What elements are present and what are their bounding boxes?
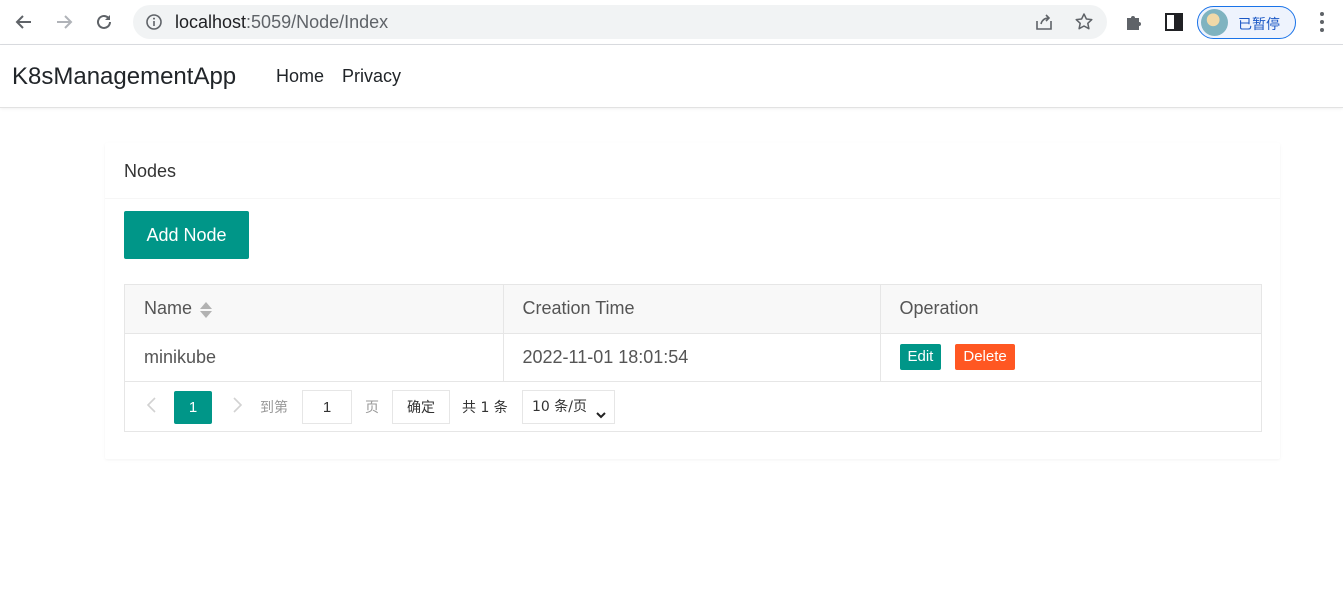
card-title: Nodes xyxy=(105,143,1280,199)
delete-button[interactable]: Delete xyxy=(955,344,1015,371)
profile-status: 已暂停 xyxy=(1238,17,1280,33)
nav-privacy-link[interactable]: Privacy xyxy=(342,66,401,87)
column-label-name: Name xyxy=(144,298,193,319)
site-info-icon[interactable] xyxy=(145,13,163,31)
column-header-creation-time: Creation Time xyxy=(502,285,880,334)
cell-operation: Edit Delete xyxy=(879,333,1261,381)
profile-button[interactable]: 已暂停 xyxy=(1197,6,1296,39)
more-menu-icon[interactable] xyxy=(1320,12,1324,32)
app-navbar: K8sManagementApp Home Privacy xyxy=(0,45,1343,108)
goto-prefix: 到第 xyxy=(260,400,288,416)
goto-page-input[interactable] xyxy=(302,390,352,424)
goto-confirm-button[interactable]: 确定 xyxy=(392,390,450,424)
goto-suffix: 页 xyxy=(365,400,379,416)
page-size-value: 10 条/页 xyxy=(532,399,587,415)
current-page[interactable]: 1 xyxy=(174,391,212,424)
back-icon[interactable] xyxy=(10,8,38,36)
table-header-row: Name Creation Time Operation xyxy=(125,285,1261,334)
extensions-icon[interactable] xyxy=(1123,11,1145,33)
total-count: 共 1 条 xyxy=(462,400,508,416)
brand-link[interactable]: K8sManagementApp xyxy=(12,63,236,91)
add-node-button[interactable]: Add Node xyxy=(124,211,249,259)
edit-button[interactable]: Edit xyxy=(899,344,942,371)
chevron-down-icon xyxy=(595,401,607,419)
next-page-icon[interactable] xyxy=(230,395,244,415)
url-text: localhost:5059/Node/Index xyxy=(175,12,388,32)
cell-creation-time: 2022-11-01 18:01:54 xyxy=(502,333,880,381)
table-row: minikube 2022-11-01 18:01:54 Edit Delete xyxy=(125,333,1261,381)
share-icon[interactable] xyxy=(1034,12,1054,32)
sort-icon[interactable] xyxy=(200,301,213,319)
address-bar[interactable]: localhost:5059/Node/Index xyxy=(133,5,1107,39)
page-size-select[interactable]: 10 条/页 xyxy=(522,390,615,424)
url-host: localhost xyxy=(175,12,247,32)
prev-page-icon[interactable] xyxy=(145,395,159,415)
browser-toolbar: localhost:5059/Node/Index 已暂停 xyxy=(0,0,1343,45)
nodes-table: Name Creation Time Operation minikube 20… xyxy=(124,284,1262,432)
side-panel-icon[interactable] xyxy=(1163,11,1185,33)
nav-home-link[interactable]: Home xyxy=(276,66,324,87)
nodes-card: Nodes Add Node Name Creation Time Operat… xyxy=(105,143,1280,459)
forward-icon[interactable] xyxy=(50,8,78,36)
cell-name: minikube xyxy=(144,346,217,367)
reload-icon[interactable] xyxy=(90,8,118,36)
column-header-name[interactable]: Name xyxy=(125,285,503,334)
url-path: :5059/Node/Index xyxy=(246,12,389,32)
pagination: 1 到第 页 确定 共 1 条 10 条/页 xyxy=(125,381,1261,431)
column-header-operation: Operation xyxy=(879,285,1261,334)
avatar xyxy=(1201,9,1228,36)
star-icon[interactable] xyxy=(1074,12,1094,32)
